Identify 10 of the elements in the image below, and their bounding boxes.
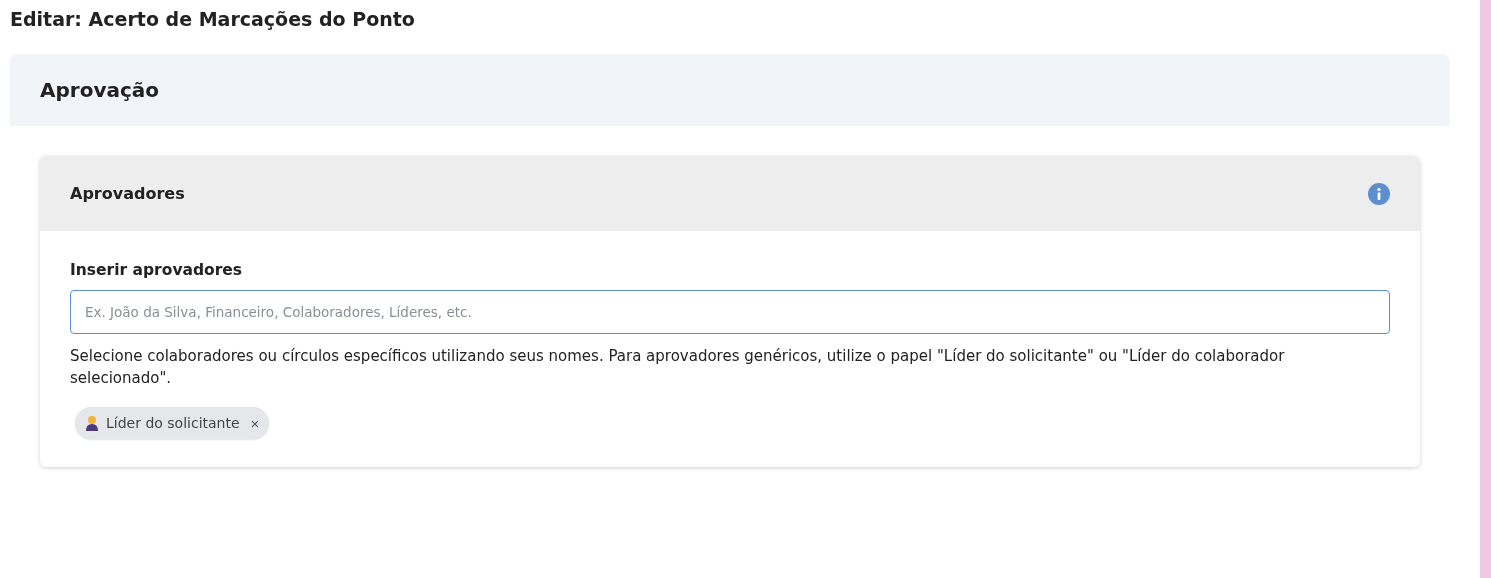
info-icon[interactable]	[1368, 182, 1390, 205]
chip-label: Líder do solicitante	[106, 415, 240, 431]
section-title: Aprovação	[40, 78, 161, 102]
person-icon	[85, 415, 99, 431]
approvers-input-field[interactable]: Ex. João da Silva, Financeiro, Colaboradores, Líderes, etc.	[70, 290, 1390, 334]
card-title: Aprovadores	[70, 184, 185, 203]
field-label: Inserir aprovadores	[70, 261, 244, 279]
help-text: Selecione colaboradores ou círculos específicos utilizando seus nomes. Para aprovadores genéricos, utilize o papel "Líder do solicitante" ou "Líder do colaborador selecionado".	[70, 346, 1286, 389]
remove-button[interactable]: ×	[246, 414, 260, 432]
page-title: Editar: Acerto de Marcações do Ponto	[10, 8, 416, 30]
